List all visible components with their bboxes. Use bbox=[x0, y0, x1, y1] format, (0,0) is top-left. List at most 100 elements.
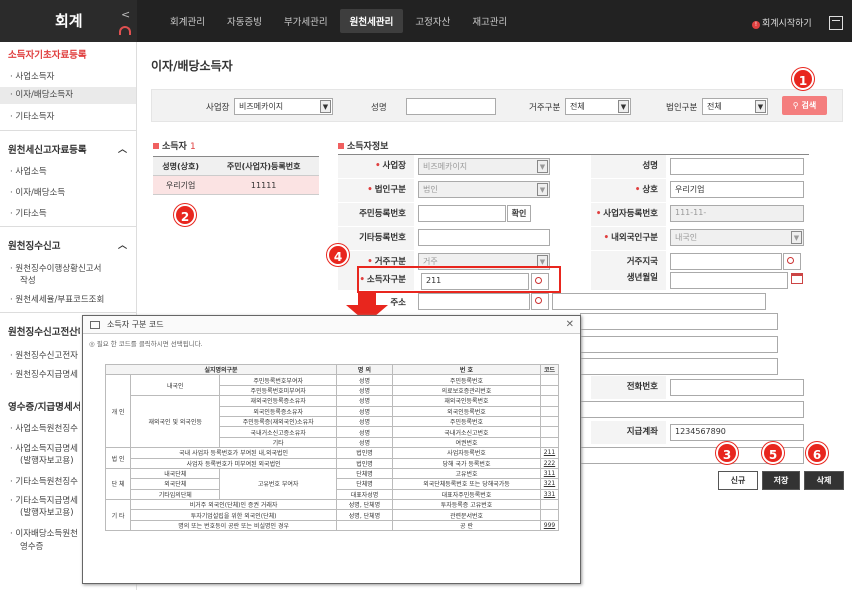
divider bbox=[0, 312, 137, 313]
table-row[interactable]: 사업자 등록번호가 미부여된 외국법인 법인명 당해 국가 등록번호 222 bbox=[106, 457, 559, 469]
col-header: 명 의 bbox=[336, 363, 393, 376]
chevron-up-icon[interactable]: ︿ bbox=[118, 142, 127, 155]
menu-accounting[interactable]: 회계관리 bbox=[160, 9, 215, 33]
cell-subcategory: 재외국인 및 외국인등 bbox=[130, 395, 221, 449]
sidebar-section-2[interactable]: 원천세신고자료등록 ︿ bbox=[0, 142, 137, 156]
sidebar-item[interactable]: · 원천징수지급명세 bbox=[0, 368, 78, 380]
sidebar-section-5[interactable]: 영수증/지급명세서 bbox=[0, 399, 80, 413]
confirm-button[interactable]: 확인 bbox=[507, 205, 531, 222]
table-row[interactable]: 우리기업 11111 bbox=[153, 175, 319, 195]
close-icon[interactable]: ✕ bbox=[566, 316, 574, 334]
sidebar-section-1[interactable]: 소득자기초자료등록 bbox=[0, 47, 137, 61]
item-label: 이자/배당소득 bbox=[15, 188, 66, 198]
item-label: 이자배당소득원천 bbox=[15, 529, 78, 539]
sidebar-item[interactable]: · 사업소득지급명세 bbox=[0, 442, 78, 454]
cell-holder: 단체명 bbox=[336, 467, 393, 480]
sidebar-item[interactable]: · 기타소득 bbox=[0, 207, 47, 219]
menu-vat[interactable]: 부가세관리 bbox=[274, 9, 338, 33]
search-biz-select[interactable]: 비즈메카이지 ▼ bbox=[234, 98, 333, 115]
info-zip-input[interactable] bbox=[418, 293, 530, 310]
sidebar-item-cont[interactable]: (발행자보고용) bbox=[0, 506, 74, 518]
save-button[interactable]: 저장 bbox=[762, 471, 800, 490]
search-corp-select[interactable]: 전체 ▼ bbox=[702, 98, 768, 115]
section-title: 원천징수신고전산매체 bbox=[8, 327, 80, 338]
cell-code[interactable]: 331 bbox=[540, 488, 559, 501]
sidebar-item[interactable]: · 이자/배당소득 bbox=[0, 186, 65, 198]
headset-icon[interactable] bbox=[119, 26, 131, 35]
collapse-icon[interactable]: < bbox=[121, 8, 130, 21]
menu-fixed-assets[interactable]: 고정자산 bbox=[405, 9, 460, 33]
sidebar-item[interactable]: · 원천징수신고전자 bbox=[0, 349, 78, 361]
sidebar-section-3[interactable]: 원천징수신고 ︿ bbox=[0, 238, 137, 252]
new-button[interactable]: 신규 bbox=[718, 471, 758, 490]
start-accounting-button[interactable]: ! 회계시작하기 bbox=[752, 16, 812, 29]
sidebar-item-business-income[interactable]: · 사업소득자 bbox=[0, 70, 136, 82]
select-value: 거주 bbox=[423, 257, 438, 266]
info-etc-input[interactable] bbox=[418, 229, 550, 246]
info-biz-select[interactable]: 비즈메카이지 ▼ bbox=[418, 158, 550, 175]
sidebar-item-cont[interactable]: (발행자보고용) bbox=[0, 454, 74, 466]
table-row[interactable]: 단 체 내국단체 고유번호 부여자 단체명 고유번호 311 bbox=[104, 467, 559, 501]
info-phone-input[interactable] bbox=[670, 379, 804, 396]
info-name-input[interactable] bbox=[670, 158, 804, 175]
search-icon[interactable] bbox=[531, 293, 549, 310]
sidebar-item-interest-dividend[interactable]: · 이자/배당소득자 bbox=[0, 87, 136, 104]
sidebar-item[interactable]: · 이자배당소득원천 bbox=[0, 527, 78, 539]
cell-holder: 법인명 bbox=[336, 457, 393, 469]
cell-type: 재외국인등록증소유자 bbox=[219, 395, 337, 407]
delete-button[interactable]: 삭제 bbox=[804, 471, 844, 490]
info-addr4-input[interactable] bbox=[580, 358, 778, 375]
menu-inventory[interactable]: 재고관리 bbox=[462, 9, 517, 33]
info-inout-select[interactable]: 내국인 ▼ bbox=[670, 229, 804, 246]
table-row[interactable]: 법 인 국내 사업자 등록번호가 부여된 내,외국법인 법인명 사업자등록번호 211 bbox=[104, 447, 559, 469]
search-res-select[interactable]: 전체 ▼ bbox=[565, 98, 631, 115]
cell-code[interactable]: 321 bbox=[540, 478, 559, 490]
count-badge: 1 bbox=[189, 142, 196, 152]
info-addr2-input[interactable] bbox=[580, 313, 778, 330]
cell-code[interactable]: 999 bbox=[540, 519, 559, 532]
chevron-down-icon: ▼ bbox=[320, 100, 331, 113]
cell-category: 개 인 bbox=[104, 374, 132, 449]
sidebar-item-cont[interactable]: 영수증 bbox=[0, 540, 43, 552]
menu-withholding[interactable]: 원천세관리 bbox=[339, 9, 404, 33]
sidebar-item[interactable]: · 기타소득지급명세 bbox=[0, 494, 78, 506]
calculator-icon[interactable] bbox=[829, 16, 843, 30]
item-label: 기타소득 bbox=[15, 209, 47, 219]
sidebar-item-other-income[interactable]: · 기타소득자 bbox=[0, 110, 136, 122]
item-label: 사업소득 bbox=[15, 167, 47, 177]
sidebar-section-4[interactable]: 원천징수신고전산매체 bbox=[0, 324, 80, 338]
info-jumin-input[interactable] bbox=[418, 205, 506, 222]
search-name-input[interactable] bbox=[406, 98, 496, 115]
info-corp-select[interactable]: 법인 ▼ bbox=[418, 181, 550, 198]
calendar-icon[interactable] bbox=[791, 273, 803, 284]
sidebar-item[interactable]: · 기타소득원천징수 bbox=[0, 475, 78, 487]
cell-number: 공 란 bbox=[392, 519, 541, 532]
info-country-input[interactable] bbox=[670, 253, 782, 270]
sidebar-item-cont[interactable]: 작성 bbox=[0, 274, 36, 286]
search-button[interactable]: ⚲ 검색 bbox=[782, 96, 827, 115]
menu-auto-evidence[interactable]: 자동증빙 bbox=[217, 9, 272, 33]
cell-code[interactable]: 211 bbox=[540, 447, 559, 459]
info-extra-input[interactable] bbox=[580, 401, 804, 418]
cell-holder bbox=[336, 519, 393, 532]
sidebar-item[interactable]: · 사업소득원천징수 bbox=[0, 422, 78, 434]
cell-code[interactable]: 222 bbox=[540, 457, 559, 469]
info-bizno-input[interactable]: 111-11- bbox=[670, 205, 804, 222]
app-logo[interactable]: 회계 bbox=[0, 0, 137, 42]
sidebar-item[interactable]: · 원천징수이행상황신고서 bbox=[0, 262, 101, 274]
badge-4: 4 bbox=[327, 244, 349, 266]
info-trade-input[interactable]: 우리기업 bbox=[670, 181, 804, 198]
sidebar-item[interactable]: · 사업소득 bbox=[0, 165, 47, 177]
label-biz: • 사업장 bbox=[338, 155, 414, 178]
info-birth-input[interactable] bbox=[670, 272, 788, 289]
sidebar-item[interactable]: · 원천세세율/부표코드조회 bbox=[0, 293, 104, 305]
info-addr3-input[interactable] bbox=[580, 336, 778, 353]
search-icon[interactable] bbox=[783, 253, 801, 270]
info-acct-input[interactable]: 1234567890 bbox=[670, 424, 804, 441]
table-row[interactable]: 명의 또는 번호등이 공란 또는 비실명인 경우 공 란 999 bbox=[106, 519, 559, 532]
info-addr1-input[interactable] bbox=[552, 293, 766, 310]
cell-code[interactable]: 311 bbox=[540, 467, 559, 480]
col-header: 코드 bbox=[540, 363, 559, 376]
label-trade: • 상호 bbox=[591, 179, 666, 202]
chevron-up-icon[interactable]: ︿ bbox=[118, 238, 127, 251]
